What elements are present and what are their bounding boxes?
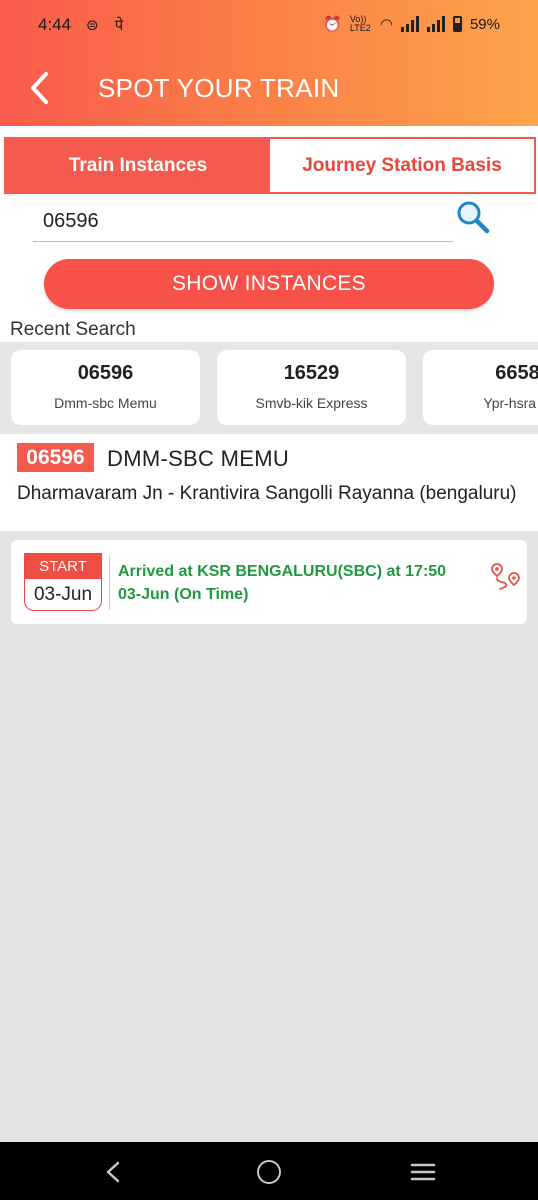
start-date-box: START 03-Jun: [24, 553, 102, 611]
network-label: Vo)) LTE2: [349, 14, 371, 33]
search-button[interactable]: [456, 200, 490, 234]
recent-train-number: 6658: [495, 362, 538, 384]
back-arrow-icon: [31, 72, 48, 104]
route-map-icon: [491, 563, 520, 590]
running-status-time: 03-Jun (On Time): [118, 586, 249, 603]
nav-home-button[interactable]: [257, 1160, 281, 1184]
search-icon: [457, 201, 490, 234]
tab-bar: Train Instances Journey Station Basis: [4, 137, 536, 194]
start-date: 03-Jun: [33, 583, 93, 605]
search-input[interactable]: [43, 210, 443, 233]
nav-recents-icon: [410, 1163, 436, 1181]
status-right-icons: ⏰ Vo)) LTE2 ◠ 59%: [323, 14, 500, 34]
show-instances-button[interactable]: SHOW INSTANCES: [44, 259, 494, 309]
train-route: Dharmavaram Jn - Krantivira Sangolli Ray…: [17, 483, 517, 504]
signal-icon-2: [426, 16, 445, 32]
notification-icons: ⊜ पे: [86, 17, 130, 34]
recent-train-number: 06596: [77, 362, 134, 384]
recent-search-card[interactable]: 6658 Ypr-hsra M: [423, 350, 538, 425]
battery-percent: 59%: [469, 15, 500, 33]
recent-search-card[interactable]: 06596 Dmm-sbc Memu: [11, 350, 200, 425]
status-time: 4:44: [38, 15, 72, 34]
running-status: Arrived at KSR BENGALURU(SBC) at 17:50 0…: [118, 560, 468, 606]
nav-back-button[interactable]: [103, 1161, 123, 1183]
recent-search-card[interactable]: 16529 Smvb-kik Express: [217, 350, 406, 425]
wifi-icon: ◠: [379, 16, 393, 33]
start-label: START: [25, 554, 101, 579]
recent-search-list[interactable]: 06596 Dmm-sbc Memu 16529 Smvb-kik Expres…: [0, 342, 538, 434]
alarm-icon: ⏰: [323, 16, 342, 33]
recent-train-name: Ypr-hsra M: [483, 395, 538, 411]
route-map-button[interactable]: [490, 561, 522, 593]
train-name: DMM-SBC MEMU: [107, 446, 290, 471]
card-divider: [109, 555, 110, 610]
status-bar: 4:44 ⊜ पे ⏰ Vo)) LTE2 ◠ 59%: [0, 0, 538, 50]
nav-back-icon: [106, 1161, 120, 1183]
tab-journey-station-basis[interactable]: Journey Station Basis: [270, 139, 534, 192]
recent-search-label: Recent Search: [10, 319, 136, 340]
recent-train-name: Smvb-kik Express: [255, 395, 368, 411]
back-button[interactable]: [26, 68, 56, 108]
running-status-line: Arrived at KSR BENGALURU(SBC) at 17:50: [118, 563, 447, 580]
recent-train-name: Dmm-sbc Memu: [54, 395, 157, 411]
nav-recents-button[interactable]: [410, 1162, 436, 1182]
battery-icon: [452, 16, 462, 32]
search-field: [33, 200, 453, 242]
tab-train-instances[interactable]: Train Instances: [6, 139, 270, 192]
signal-icon-1: [400, 16, 419, 32]
page-title: SPOT YOUR TRAIN: [98, 73, 340, 103]
recent-train-number: 16529: [283, 362, 340, 384]
train-number-badge: 06596: [17, 443, 94, 472]
